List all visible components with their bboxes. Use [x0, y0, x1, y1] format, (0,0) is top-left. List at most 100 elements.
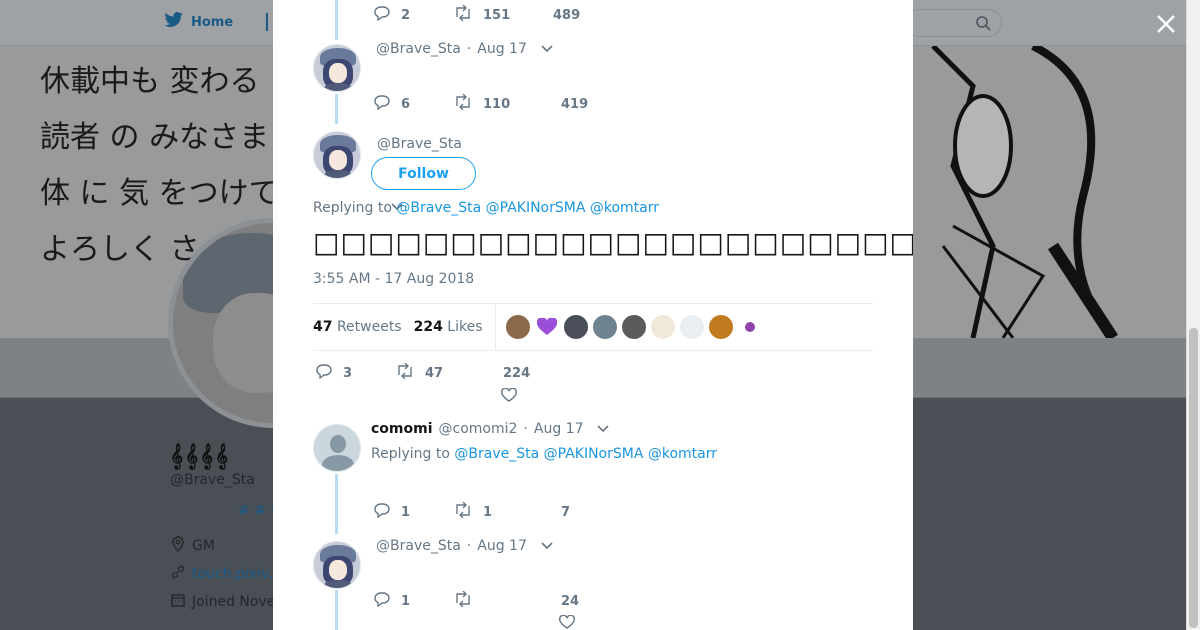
- reply-action[interactable]: 3: [315, 363, 395, 383]
- tweet-date[interactable]: Aug 17: [477, 41, 527, 57]
- mention-link[interactable]: @komtarr: [590, 200, 659, 216]
- retweet-stat[interactable]: 47 Retweets: [313, 319, 402, 335]
- nav-home-label: Home: [191, 14, 234, 30]
- like-action[interactable]: 489: [553, 8, 580, 23]
- like-action[interactable]: 24: [561, 594, 581, 609]
- page-scrollbar[interactable]: [1186, 0, 1200, 630]
- mention-link[interactable]: @komtarr: [648, 446, 717, 462]
- reply-action[interactable]: 6: [373, 94, 453, 114]
- thread-line: [335, 474, 338, 534]
- main-tweet-handle[interactable]: @Brave_Sta: [377, 136, 462, 152]
- retweet-icon: [453, 93, 473, 114]
- like-count: 489: [553, 7, 581, 23]
- tweet-handle[interactable]: @Brave_Sta: [376, 41, 461, 57]
- retweet-icon: [453, 4, 473, 25]
- avatar[interactable]: [313, 131, 361, 179]
- retweet-icon: [453, 501, 473, 522]
- retweet-icon: [395, 362, 415, 383]
- retweet-count: 151: [483, 7, 511, 23]
- mention-link[interactable]: @Brave_Sta: [454, 446, 539, 462]
- reply-count: 2: [401, 7, 411, 23]
- reply-icon: [373, 591, 391, 611]
- chevron-down-icon[interactable]: [541, 538, 553, 554]
- profile-website[interactable]: touch.pixiv.: [170, 564, 273, 584]
- reply-count: 1: [401, 593, 411, 609]
- liker-avatar[interactable]: [505, 315, 530, 339]
- reply-replying-to: Replying to @Brave_Sta @PAKINorSMA @komt…: [371, 446, 718, 462]
- main-tweet-header: @Brave_Sta: [377, 136, 462, 152]
- like-action[interactable]: 419: [561, 97, 588, 112]
- follow-button[interactable]: Follow: [371, 157, 476, 190]
- reply-actions: 1 24: [373, 590, 581, 611]
- scrollbar-thumb[interactable]: [1189, 328, 1198, 628]
- profile-name: 𝄞𝄞𝄞𝄞: [170, 444, 231, 469]
- reply-handle[interactable]: @comomi2: [439, 421, 518, 437]
- reply-handle[interactable]: @Brave_Sta: [376, 538, 461, 554]
- retweet-action[interactable]: 110: [453, 93, 561, 114]
- liker-avatar[interactable]: [563, 315, 588, 339]
- reply-date[interactable]: Aug 17: [534, 421, 584, 437]
- banner-illustration: [913, 46, 1200, 338]
- main-tweet-actions: 3 47 224: [315, 362, 530, 383]
- liker-avatar[interactable]: [679, 315, 704, 339]
- profile-joined-text: Joined Nove: [192, 594, 276, 610]
- mention-link[interactable]: @PAKINorSMA: [544, 446, 644, 462]
- heart-icon[interactable]: [559, 614, 575, 630]
- tweet-header: @Brave_Sta · Aug 17: [376, 41, 553, 57]
- like-action[interactable]: 224: [503, 366, 530, 381]
- close-icon: [1154, 15, 1178, 40]
- reply-action[interactable]: 1: [373, 502, 453, 522]
- retweet-icon: [453, 590, 473, 611]
- like-count: 7: [561, 504, 571, 520]
- profile-website-link[interactable]: touch.pixiv.: [192, 566, 273, 582]
- purple-heart-icon[interactable]: [534, 315, 559, 339]
- reply-action[interactable]: 2: [373, 5, 453, 25]
- reply-icon: [373, 5, 391, 25]
- thread-line: [335, 590, 338, 630]
- search-icon: [975, 15, 991, 35]
- liker-avatar[interactable]: [737, 315, 762, 339]
- like-count: 24: [561, 593, 580, 609]
- retweet-action[interactable]: 47: [395, 362, 503, 383]
- avatar[interactable]: [313, 541, 361, 589]
- mention-link[interactable]: @Brave_Sta: [396, 200, 481, 216]
- retweet-count: 110: [483, 96, 511, 112]
- reply-date[interactable]: Aug 17: [477, 538, 527, 554]
- calendar-icon: [170, 592, 186, 612]
- reply-fullname[interactable]: comomi: [371, 421, 433, 437]
- like-stat[interactable]: 224 Likes: [414, 319, 483, 335]
- liker-avatar[interactable]: [650, 315, 675, 339]
- heart-icon[interactable]: [501, 387, 517, 407]
- chevron-down-icon[interactable]: [597, 421, 610, 437]
- liker-avatar[interactable]: [621, 315, 646, 339]
- location-pin-icon: [170, 536, 186, 556]
- bird-icon: [164, 12, 184, 32]
- reply-icon: [315, 363, 333, 383]
- retweet-action[interactable]: [453, 590, 561, 611]
- close-button[interactable]: [1154, 12, 1178, 36]
- liker-avatar[interactable]: [708, 315, 733, 339]
- search-field[interactable]: [906, 9, 1002, 37]
- main-tweet-text: □□□□□□□□□□□□□□□□□□□□□□□□□□□□□□□□□□□□□□□□…: [313, 226, 913, 259]
- like-count: 419: [561, 96, 589, 112]
- main-tweet-timestamp[interactable]: 3:55 AM - 17 Aug 2018: [313, 271, 474, 287]
- thread-line: [335, 94, 338, 124]
- retweet-count: 1: [483, 504, 493, 520]
- reply-count: 3: [343, 365, 353, 381]
- profile-handle: @Brave_Sta: [170, 472, 255, 488]
- profile-location-text: GM: [192, 538, 215, 554]
- reply-icon: [373, 94, 391, 114]
- mention-link[interactable]: @PAKINorSMA: [486, 200, 586, 216]
- avatar[interactable]: [313, 44, 361, 92]
- like-action[interactable]: 7: [561, 505, 581, 520]
- retweet-action[interactable]: 1: [453, 501, 561, 522]
- avatar[interactable]: [313, 424, 361, 472]
- retweet-action[interactable]: 151: [453, 4, 553, 25]
- reply-action[interactable]: 1: [373, 591, 453, 611]
- liker-avatar[interactable]: [592, 315, 617, 339]
- reply-header: comomi @comomi2 · Aug 17: [371, 421, 610, 437]
- chevron-down-icon[interactable]: [541, 41, 553, 57]
- retweet-count: 47: [425, 365, 444, 381]
- nav-home[interactable]: Home: [164, 12, 233, 32]
- reply-header: @Brave_Sta · Aug 17: [376, 538, 553, 554]
